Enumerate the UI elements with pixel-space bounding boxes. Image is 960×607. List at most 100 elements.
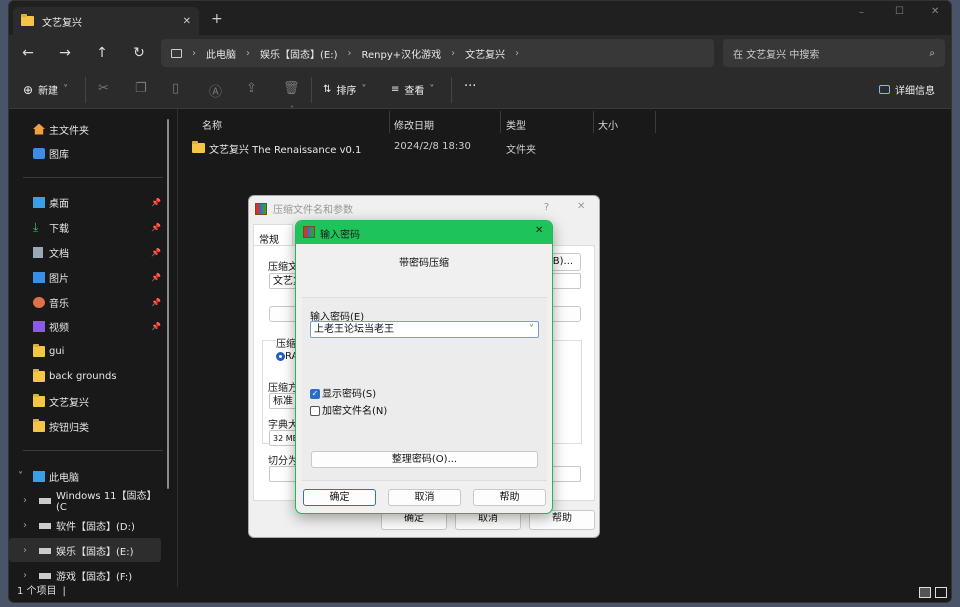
pictures-icon	[33, 271, 45, 283]
drive-icon	[39, 498, 51, 504]
cut-icon[interactable]: ✂	[98, 81, 109, 96]
help-icon[interactable]: ?	[544, 202, 549, 213]
file-modified: 2024/2/8 18:30	[394, 141, 471, 152]
details-view-icon[interactable]	[919, 587, 931, 598]
sidebar-item-music[interactable]: 音乐 📌	[9, 290, 161, 314]
refresh-button[interactable]: ↻	[129, 43, 149, 63]
column-header-size[interactable]: 大小	[598, 117, 618, 132]
view-button[interactable]: ≡ 查看 ˅	[391, 82, 434, 97]
back-button[interactable]: ←	[18, 43, 38, 63]
dialog-title: 压缩文件名和参数	[273, 205, 353, 216]
sidebar-scrollbar[interactable]	[167, 119, 169, 489]
folder-icon	[33, 343, 45, 357]
sidebar-label: 桌面	[49, 198, 69, 210]
sidebar-label: 娱乐【固态】(E:)	[56, 546, 134, 558]
split-label: 切分为	[268, 456, 298, 467]
chevron-right-icon: ›	[192, 47, 196, 59]
encrypt-filenames-checkbox[interactable]: 加密文件名(N)	[310, 402, 387, 417]
copy-icon[interactable]: ❐	[135, 81, 147, 96]
chevron-down-icon[interactable]: ˅	[18, 471, 23, 482]
password-input[interactable]: 上老王论坛当老王 ˅	[310, 321, 539, 338]
chevron-right-icon[interactable]: ›	[23, 520, 27, 531]
breadcrumb-item[interactable]: 娱乐【固态】(E:)	[260, 46, 338, 61]
more-options-button[interactable]: ···	[464, 79, 476, 94]
sort-icon: ⇅	[323, 84, 332, 95]
up-button[interactable]: ↑	[92, 43, 112, 63]
sidebar-item-gallery[interactable]: 图库	[9, 141, 161, 165]
chevron-right-icon[interactable]: ›	[23, 545, 27, 556]
breadcrumb-item[interactable]: 此电脑	[206, 46, 236, 61]
details-pane-icon	[879, 85, 890, 94]
sidebar-item-this-pc[interactable]: ˅ 此电脑	[9, 464, 161, 488]
details-button[interactable]: 详细信息	[879, 82, 935, 97]
column-header-name[interactable]: 名称	[202, 117, 222, 132]
sidebar-item-backgrounds[interactable]: back grounds	[9, 364, 161, 388]
column-header-type[interactable]: 类型	[506, 117, 526, 132]
sidebar-item-videos[interactable]: 视频 📌	[9, 314, 161, 338]
sidebar-item-buttons[interactable]: 按钮归类	[9, 414, 161, 438]
chevron-down-icon[interactable]: ˅	[529, 322, 534, 337]
delete-icon[interactable]: 🗑	[283, 81, 300, 96]
drive-icon	[39, 523, 51, 529]
sidebar-label: 游戏【固态】(F:)	[56, 571, 133, 583]
minimize-button[interactable]: –	[859, 7, 864, 18]
new-tab-button[interactable]: +	[211, 11, 223, 27]
cancel-button[interactable]: 取消	[388, 489, 461, 506]
tab-general[interactable]: 常规	[253, 224, 293, 246]
ok-button[interactable]: 确定	[303, 489, 376, 506]
sidebar-item-desktop[interactable]: 桌面 📌	[9, 190, 161, 214]
sidebar-item-drive-e[interactable]: › 娱乐【固态】(E:)	[9, 538, 161, 562]
file-name: 文艺复兴 The Renaissance v0.1	[209, 145, 362, 156]
breadcrumb-item[interactable]: Renpy+汉化游戏	[362, 46, 442, 61]
new-label: 新建	[38, 86, 59, 97]
sort-button[interactable]: ⇅ 排序 ˅	[323, 82, 366, 97]
tab-title: 文艺复兴	[42, 17, 82, 29]
sidebar-item-drive-c[interactable]: › Windows 11【固态】(C	[9, 488, 161, 513]
sidebar-label: 此电脑	[49, 472, 79, 484]
paste-icon[interactable]: ▯	[172, 81, 179, 96]
password-dialog: 输入密码 ✕ 带密码压缩 输入密码(E) 上老王论坛当老王 ˅ ✓ 显示密码(S) …	[295, 220, 553, 514]
tab-close-icon[interactable]: ✕	[183, 16, 191, 27]
breadcrumb-item[interactable]: 文艺复兴	[465, 46, 505, 61]
address-bar[interactable]: › 此电脑 › 娱乐【固态】(E:) › Renpy+汉化游戏 › 文艺复兴 ›	[161, 39, 714, 67]
sidebar-item-home[interactable]: 主文件夹	[9, 117, 161, 141]
sidebar-label: 图片	[49, 273, 69, 285]
search-input[interactable]: 在 文艺复兴 中搜索 ⌕	[723, 39, 945, 67]
sidebar-label: back grounds	[49, 370, 117, 382]
sidebar-item-drive-d[interactable]: › 软件【固态】(D:)	[9, 513, 161, 537]
tiles-view-icon[interactable]	[935, 587, 947, 598]
sidebar-item-gui[interactable]: gui	[9, 339, 161, 363]
pin-icon: 📌	[151, 222, 161, 232]
maximize-button[interactable]: ☐	[895, 6, 904, 17]
close-button[interactable]: ✕	[535, 225, 543, 236]
sidebar-item-renaissance[interactable]: 文艺复兴	[9, 389, 161, 413]
sidebar-item-documents[interactable]: 文档 📌	[9, 240, 161, 264]
rename-icon[interactable]: Ⓐ	[209, 81, 222, 100]
drive-icon	[39, 548, 51, 554]
close-window-button[interactable]: ✕	[931, 6, 939, 17]
sidebar-label: 软件【固态】(D:)	[56, 521, 135, 533]
close-button[interactable]: ✕	[577, 201, 585, 212]
forward-button[interactable]: →	[55, 43, 75, 63]
chevron-right-icon: ›	[246, 47, 250, 59]
show-password-checkbox[interactable]: ✓ 显示密码(S)	[310, 385, 376, 400]
sidebar-item-drive-f[interactable]: › 游戏【固态】(F:)	[9, 563, 161, 587]
new-button[interactable]: ⊕ 新建 ˅	[23, 82, 68, 98]
home-icon	[33, 123, 45, 135]
sidebar-item-downloads[interactable]: ⤓ 下载 📌	[9, 215, 161, 239]
folder-icon	[33, 368, 45, 382]
folder-icon	[192, 141, 205, 153]
sidebar-label: 视频	[49, 322, 69, 334]
tab-current[interactable]: 文艺复兴 ✕	[13, 7, 199, 35]
sidebar-item-pictures[interactable]: 图片 📌	[9, 265, 161, 289]
chevron-right-icon[interactable]: ›	[23, 570, 27, 581]
share-icon[interactable]: ⇪	[246, 81, 257, 96]
chevron-right-icon[interactable]: ›	[23, 495, 27, 506]
download-icon: ⤓	[33, 219, 39, 234]
pin-icon: 📌	[151, 321, 161, 331]
winrar-icon	[303, 226, 315, 238]
organize-passwords-button[interactable]: 整理密码(O)...	[311, 451, 538, 468]
table-row[interactable]: 文艺复兴 The Renaissance v0.1 2024/2/8 18:30…	[192, 140, 652, 156]
column-header-modified[interactable]: 修改日期	[394, 117, 434, 132]
help-button[interactable]: 帮助	[473, 489, 546, 506]
